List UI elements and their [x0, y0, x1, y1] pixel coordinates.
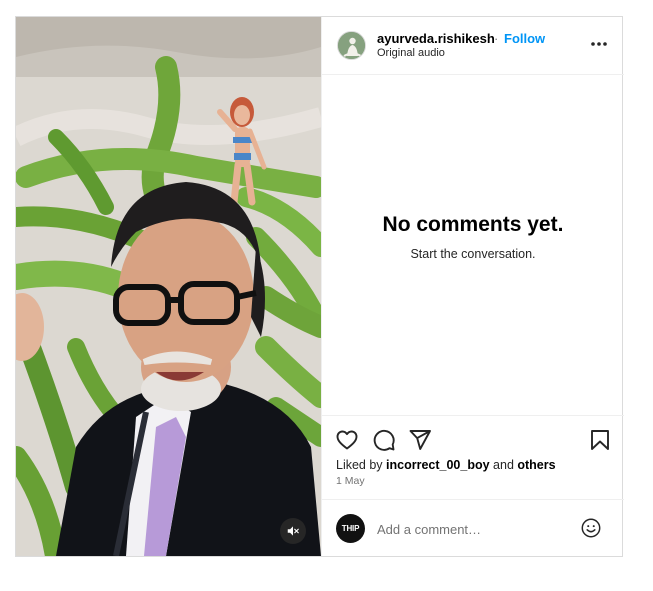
save-button[interactable] [588, 428, 612, 452]
comment-button[interactable] [372, 428, 396, 452]
share-button[interactable] [408, 428, 432, 452]
post-side-panel: ayurveda.rishikesh · Follow Original aud… [321, 17, 624, 556]
follow-button[interactable]: Follow [504, 31, 545, 46]
smiley-icon [581, 518, 601, 538]
speaker-muted-icon [287, 526, 299, 536]
add-comment-bar: THIP [322, 499, 624, 556]
comment-icon [373, 429, 395, 451]
emoji-button[interactable] [580, 517, 602, 539]
likes-summary: Liked by incorrect_00_boy and others [336, 458, 556, 472]
likes-others-link[interactable]: others [517, 458, 555, 472]
author-avatar[interactable] [337, 31, 366, 60]
post-header: ayurveda.rishikesh · Follow Original aud… [322, 17, 624, 75]
video-frame [16, 17, 321, 556]
meditation-figure-icon [338, 32, 365, 59]
comment-input[interactable] [377, 518, 567, 540]
header-separator: · [494, 31, 499, 46]
mute-toggle-button[interactable] [280, 518, 306, 544]
liked-by-user-link[interactable]: incorrect_00_boy [386, 458, 490, 472]
likes-prefix: Liked by [336, 458, 387, 472]
likes-middle: and [489, 458, 518, 472]
audio-label[interactable]: Original audio [377, 47, 445, 59]
like-button[interactable] [335, 428, 359, 452]
send-icon [409, 430, 431, 450]
post-media-video[interactable] [16, 17, 321, 556]
author-username[interactable]: ayurveda.rishikesh [377, 31, 495, 46]
post-card: ayurveda.rishikesh · Follow Original aud… [15, 16, 624, 557]
bookmark-icon [591, 430, 609, 450]
more-options-button[interactable] [588, 33, 610, 55]
current-user-avatar: THIP [336, 514, 365, 543]
no-comments-subtitle: Start the conversation. [410, 247, 536, 261]
post-date[interactable]: 1 May [336, 475, 365, 487]
no-comments-title: No comments yet. [382, 213, 564, 236]
post-actions: Liked by incorrect_00_boy and others 1 M… [322, 415, 624, 499]
heart-icon [336, 430, 358, 450]
more-horizontal-icon [591, 42, 607, 46]
